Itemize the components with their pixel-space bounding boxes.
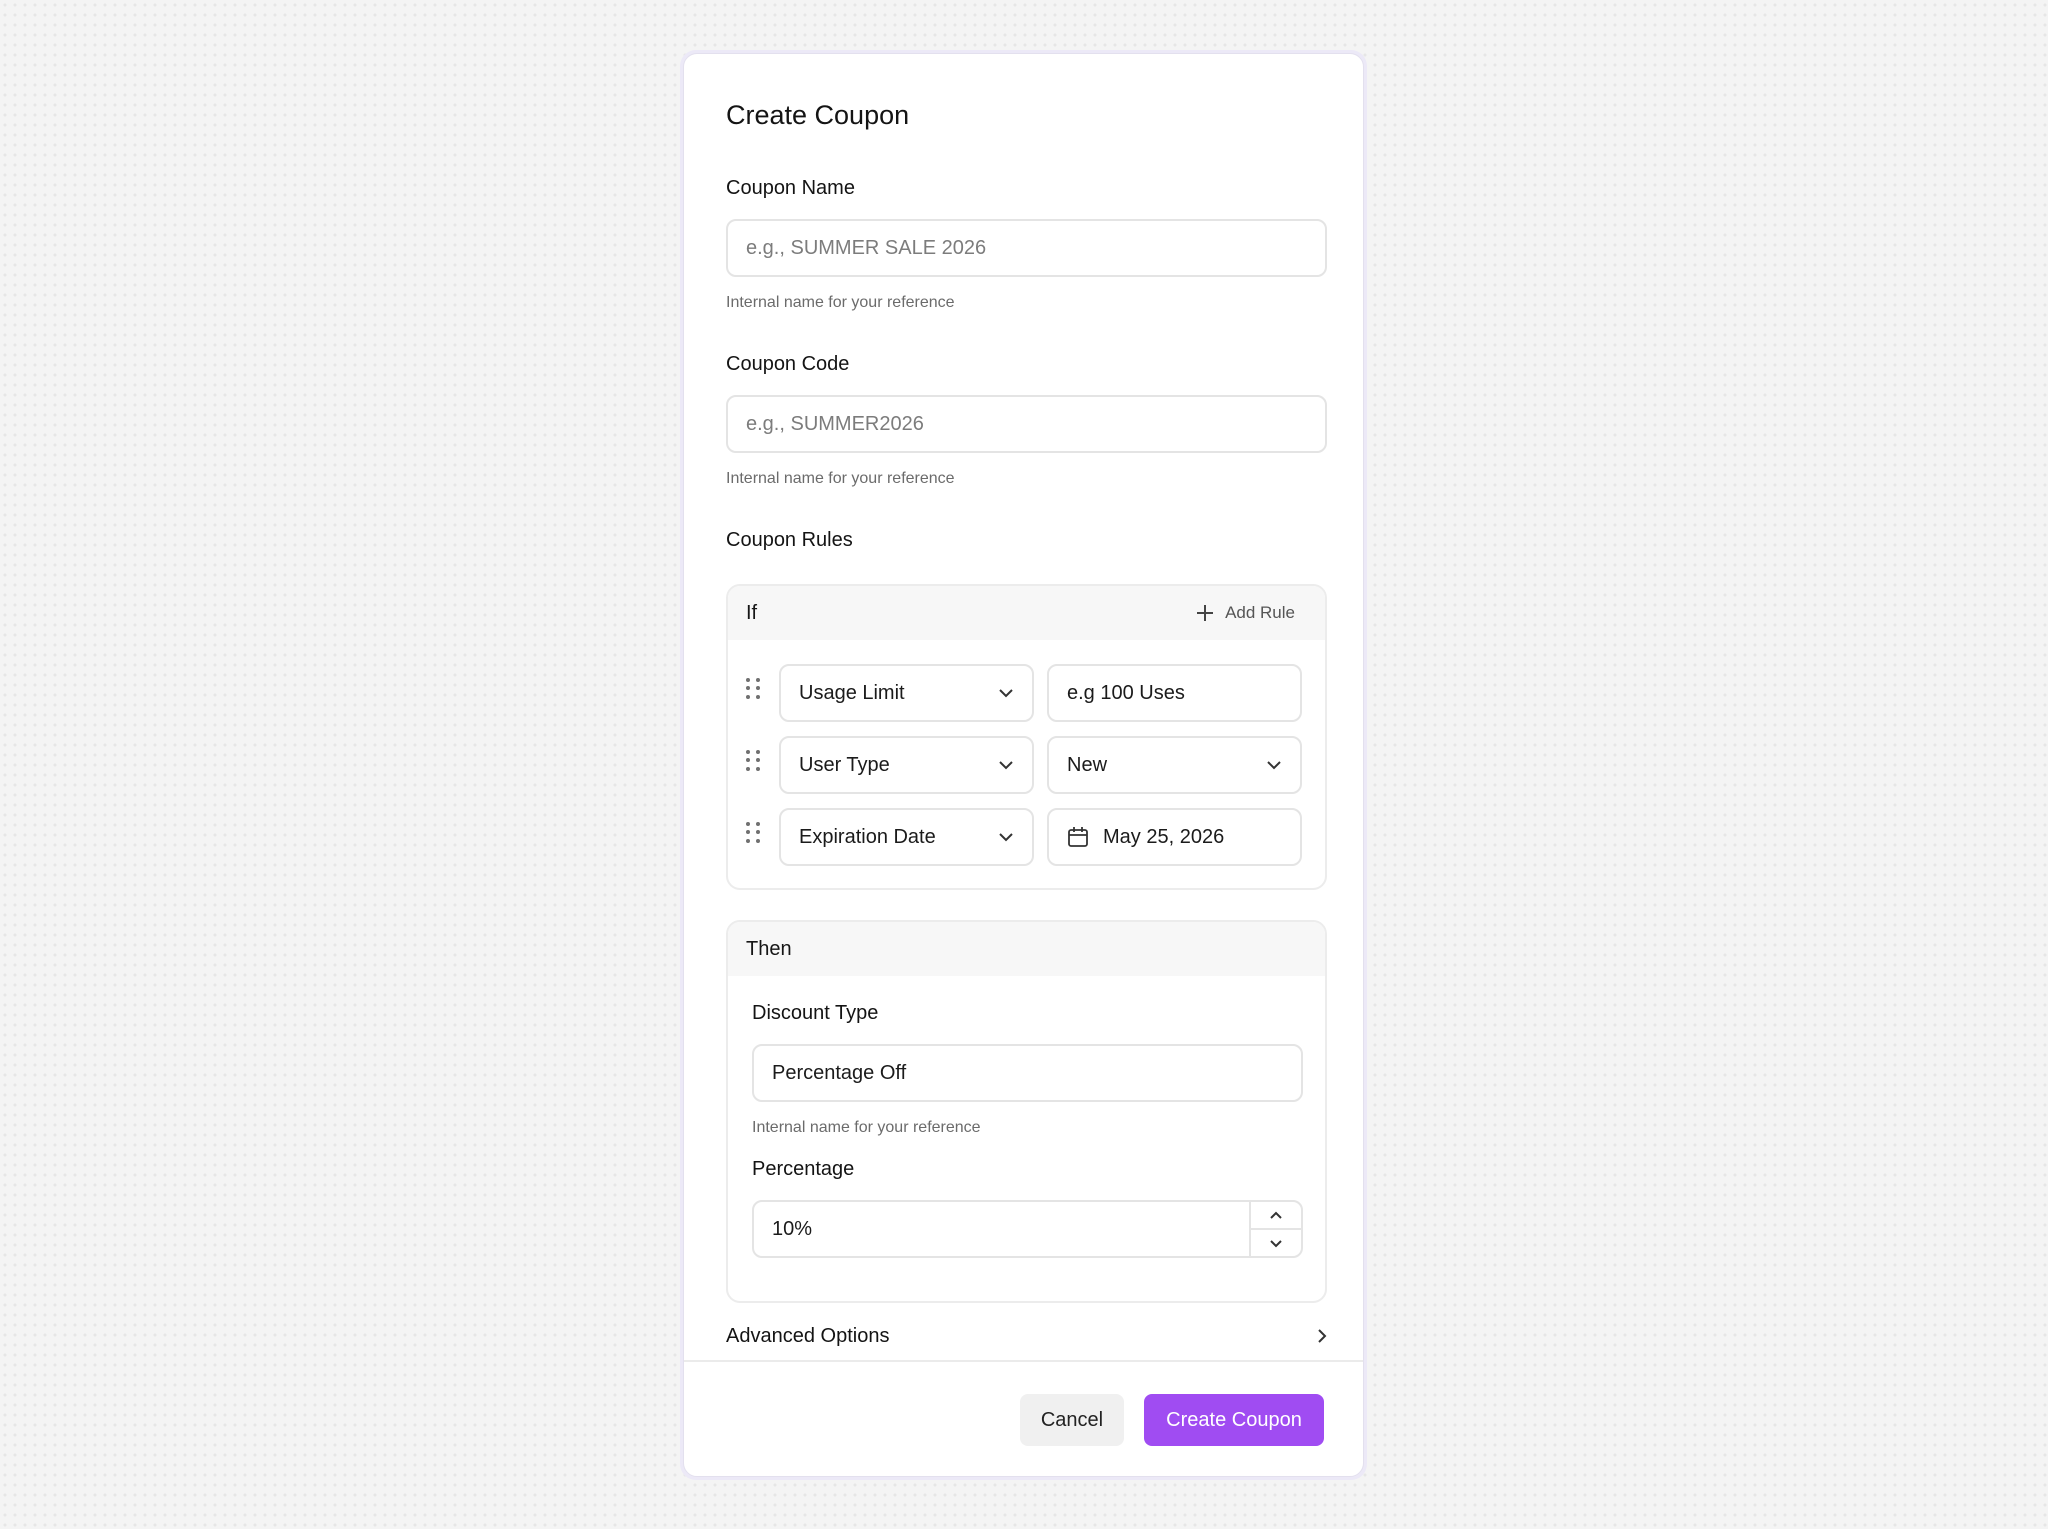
coupon-code-label: Coupon Code	[726, 353, 850, 375]
coupon-name-input[interactable]: e.g., SUMMER SALE 2026	[726, 219, 1327, 277]
if-panel: If Add Rule Usage Limit e.g 100 Uses Use…	[726, 584, 1327, 890]
advanced-options-toggle[interactable]: Advanced Options	[726, 1314, 1327, 1358]
create-coupon-button[interactable]: Create Coupon	[1144, 1394, 1324, 1446]
calendar-icon	[1068, 827, 1088, 847]
add-rule-label: Add Rule	[1225, 603, 1295, 622]
coupon-code-placeholder: e.g., SUMMER2026	[746, 412, 924, 435]
discount-type-value: Percentage Off	[772, 1061, 907, 1084]
create-coupon-dialog: Create Coupon Coupon Name e.g., SUMMER S…	[683, 53, 1364, 1477]
rule-field-select[interactable]: Expiration Date	[779, 808, 1034, 866]
drag-handle-icon[interactable]	[746, 822, 760, 844]
footer-divider	[684, 1360, 1363, 1362]
plus-icon	[1197, 605, 1214, 621]
dialog-title: Create Coupon	[726, 100, 910, 130]
coupon-code-input[interactable]: e.g., SUMMER2026	[726, 395, 1327, 453]
usage-limit-placeholder: e.g 100 Uses	[1067, 681, 1185, 704]
cancel-button[interactable]: Cancel	[1020, 1394, 1124, 1446]
discount-type-input[interactable]: Percentage Off	[752, 1044, 1303, 1102]
rule-field-value: Usage Limit	[799, 681, 905, 704]
coupon-name-placeholder: e.g., SUMMER SALE 2026	[746, 236, 987, 259]
percentage-input[interactable]: 10%	[752, 1200, 1303, 1258]
rule-field-value: Expiration Date	[799, 825, 936, 848]
coupon-name-help: Internal name for your reference	[726, 294, 955, 311]
then-panel-header: Then	[728, 922, 1325, 976]
decrement-button[interactable]	[1251, 1228, 1301, 1256]
if-panel-title: If	[746, 601, 758, 624]
percentage-value: 10%	[772, 1217, 813, 1240]
percentage-label: Percentage	[752, 1158, 855, 1180]
drag-handle-icon[interactable]	[746, 750, 760, 772]
increment-button[interactable]	[1251, 1202, 1301, 1228]
coupon-name-label: Coupon Name	[726, 177, 855, 199]
advanced-options-label: Advanced Options	[726, 1324, 890, 1347]
chevron-down-icon	[1270, 1239, 1282, 1247]
chevron-down-icon	[999, 833, 1013, 842]
chevron-down-icon	[999, 689, 1013, 698]
rule-field-value: User Type	[799, 753, 890, 776]
coupon-code-help: Internal name for your reference	[726, 470, 955, 487]
chevron-right-icon	[1318, 1329, 1327, 1343]
expiration-date-value: May 25, 2026	[1103, 825, 1225, 848]
rule-field-select[interactable]: Usage Limit	[779, 664, 1034, 722]
user-type-value: New	[1067, 753, 1108, 776]
coupon-rules-label: Coupon Rules	[726, 529, 853, 551]
discount-type-label: Discount Type	[752, 1002, 879, 1024]
modal-frame: Create Coupon Coupon Name e.g., SUMMER S…	[680, 50, 1367, 1480]
then-panel-title: Then	[746, 937, 792, 960]
rule-field-select[interactable]: User Type	[779, 736, 1034, 794]
usage-limit-input[interactable]: e.g 100 Uses	[1047, 664, 1302, 722]
drag-handle-icon[interactable]	[746, 678, 760, 700]
percentage-stepper	[1249, 1202, 1301, 1256]
expiration-date-input[interactable]: May 25, 2026	[1047, 808, 1302, 866]
user-type-select[interactable]: New	[1047, 736, 1302, 794]
chevron-up-icon	[1270, 1211, 1282, 1219]
then-panel: Then Discount Type Percentage Off Intern…	[726, 920, 1327, 1303]
discount-type-help: Internal name for your reference	[752, 1119, 981, 1136]
chevron-down-icon	[999, 761, 1013, 770]
chevron-down-icon	[1267, 761, 1281, 770]
add-rule-button[interactable]: Add Rule	[1195, 598, 1295, 628]
